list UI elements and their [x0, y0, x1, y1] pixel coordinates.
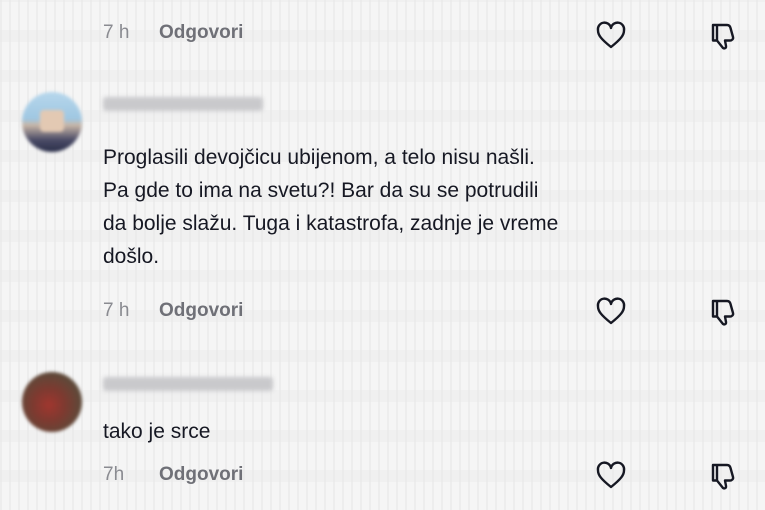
reply-button[interactable]: Odgovori	[159, 464, 243, 486]
comment-line: da bolje slažu. Tuga i katastrofa, zadnj…	[103, 212, 559, 235]
reply-button[interactable]: Odgovori	[159, 300, 243, 322]
comment-meta: 7 h Odgovori	[103, 300, 243, 322]
heart-icon[interactable]	[595, 20, 627, 52]
username-blurred	[103, 377, 273, 391]
comment-line: došlo.	[103, 245, 160, 268]
avatar[interactable]	[22, 372, 82, 432]
comment-time: 7 h	[103, 22, 130, 43]
thumbs-down-icon[interactable]	[707, 20, 739, 52]
avatar[interactable]	[22, 92, 82, 152]
heart-icon[interactable]	[595, 460, 627, 492]
comment-text: Proglasili devojčicu ubijenom, a telo ni…	[103, 141, 743, 273]
comment-meta: 7 h Odgovori	[103, 22, 243, 44]
thumbs-down-icon[interactable]	[707, 296, 739, 328]
comment-line: Pa gde to ima na svetu?! Bar da su se po…	[103, 179, 539, 202]
comment-line: Proglasili devojčicu ubijenom, a telo ni…	[103, 146, 535, 169]
reply-button[interactable]: Odgovori	[159, 22, 243, 44]
heart-icon[interactable]	[595, 296, 627, 328]
comment-time: 7h	[103, 464, 125, 485]
comment-time: 7 h	[103, 300, 130, 321]
comment-line: tako je srce	[103, 420, 211, 443]
comment-text: tako je srce	[103, 415, 743, 448]
thumbs-down-icon[interactable]	[707, 460, 739, 492]
comment-meta: 7h Odgovori	[103, 464, 243, 486]
username-blurred	[103, 97, 263, 111]
